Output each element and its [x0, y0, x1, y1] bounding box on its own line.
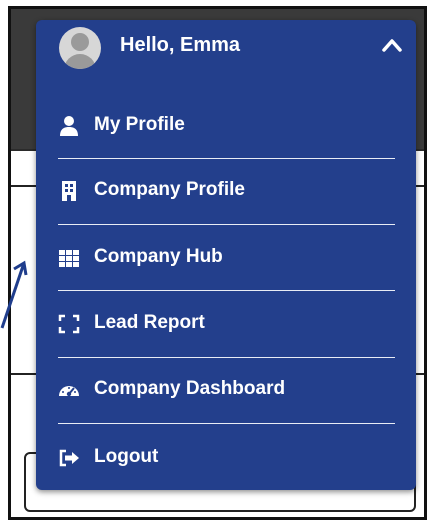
menu-separator: [58, 423, 395, 424]
menu-item-label: Logout: [94, 446, 159, 467]
sign-out-icon: [59, 449, 79, 467]
expand-icon: [58, 314, 80, 334]
menu-item-label: Lead Report: [94, 312, 205, 333]
annotation-arrow-icon: [0, 260, 28, 329]
menu-item-company-profile[interactable]: Company Profile: [58, 166, 395, 218]
menu-item-label: Company Hub: [94, 246, 223, 267]
menu-item-lead-report[interactable]: Lead Report: [58, 299, 395, 351]
chevron-up-icon[interactable]: [380, 34, 404, 58]
menu-item-label: Company Dashboard: [94, 378, 286, 399]
menu-separator: [58, 290, 395, 291]
menu-item-label: My Profile: [94, 114, 185, 135]
grid-icon: [59, 250, 79, 267]
menu-item-my-profile[interactable]: My Profile: [58, 101, 395, 153]
menu-item-logout[interactable]: Logout: [58, 433, 395, 485]
building-icon: [62, 181, 76, 201]
user-icon: [60, 116, 78, 136]
user-dropdown-menu: Hello, Emma My Profile Company Profile C…: [36, 20, 416, 490]
avatar: [59, 27, 101, 69]
user-menu-toggle[interactable]: Hello, Emma: [36, 20, 416, 82]
menu-item-company-hub[interactable]: Company Hub: [58, 233, 395, 285]
menu-item-company-dashboard[interactable]: Company Dashboard: [58, 365, 395, 417]
menu-separator: [58, 224, 395, 225]
user-greeting: Hello, Emma: [120, 34, 241, 56]
menu-item-label: Company Profile: [94, 179, 245, 200]
dashboard-icon: [59, 386, 79, 397]
menu-separator: [58, 357, 395, 358]
menu-separator: [58, 158, 395, 159]
